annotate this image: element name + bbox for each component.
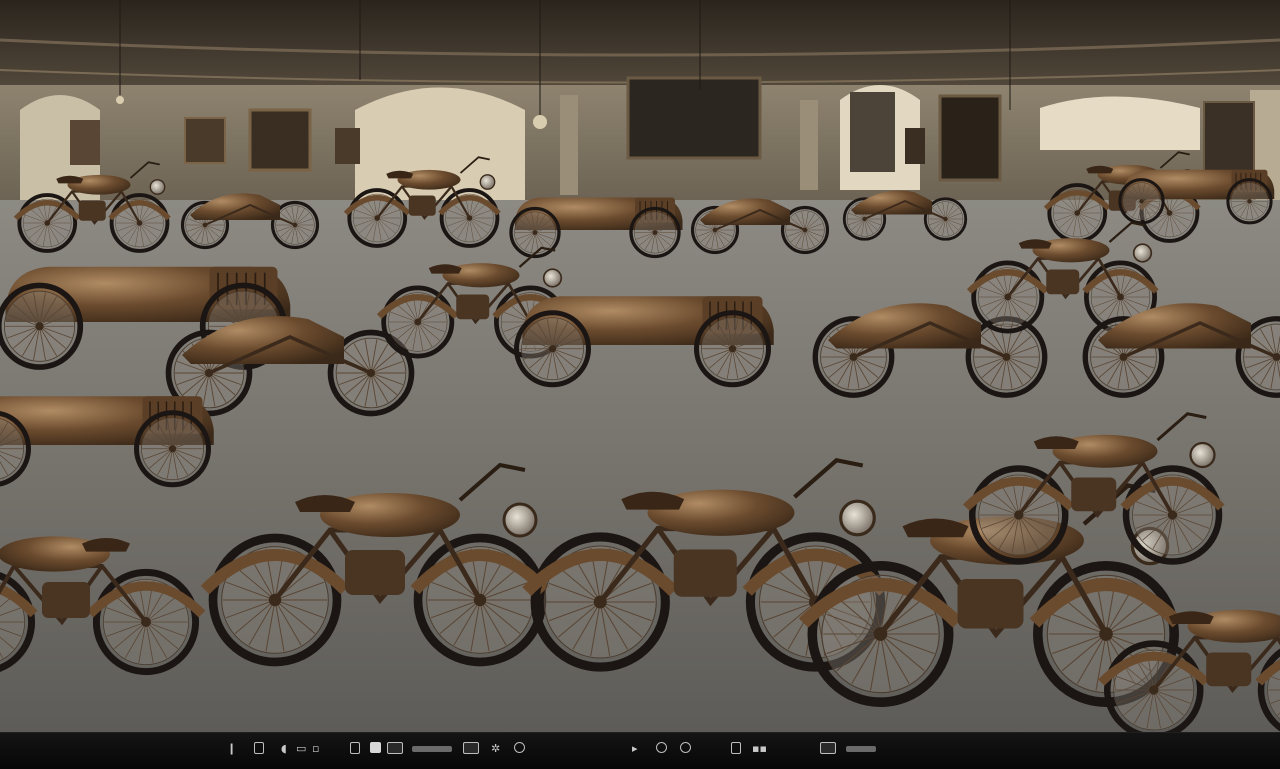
window-icon[interactable] (387, 742, 403, 754)
play-icon[interactable]: ▸ (632, 742, 638, 756)
page-icon[interactable] (254, 742, 264, 754)
strip-icon[interactable] (412, 746, 452, 752)
museum-scene (0, 0, 1280, 732)
chat-icon[interactable]: ◖ (281, 742, 287, 756)
taskbar: ❙ ◖ ▭ ▫ ✲ ▸ ▪▪ (0, 732, 1280, 769)
folder-icon[interactable]: ▭ (296, 742, 306, 756)
control-icon[interactable]: ▪▪ (752, 742, 767, 756)
settings-icon[interactable] (514, 742, 525, 753)
camera-icon[interactable] (350, 742, 360, 754)
mail-icon[interactable] (463, 742, 479, 754)
file-icon[interactable]: ▫ (312, 742, 319, 756)
grid-icon[interactable] (680, 742, 691, 753)
app-icon[interactable] (370, 742, 381, 753)
notification-icon[interactable] (820, 742, 836, 754)
tray-strip (846, 746, 876, 752)
museum-image (0, 0, 1280, 732)
clock-icon[interactable] (656, 742, 667, 753)
pin-icon[interactable]: ❙ (227, 742, 236, 756)
gear-icon[interactable]: ✲ (491, 742, 500, 756)
window-icon[interactable] (731, 742, 741, 754)
